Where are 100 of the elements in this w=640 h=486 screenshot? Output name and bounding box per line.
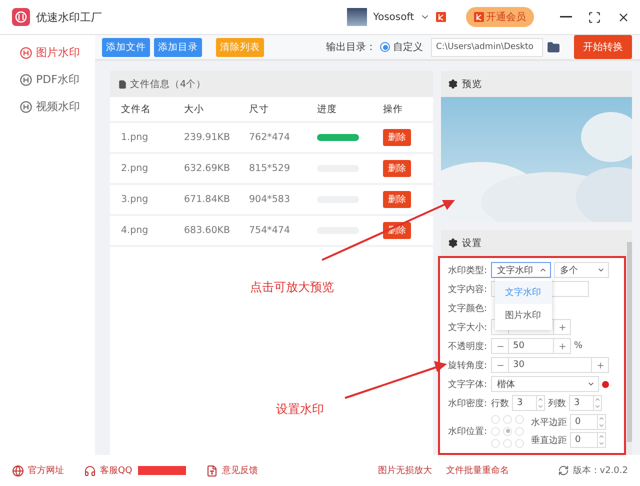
number-spinner[interactable]: 3 (569, 395, 602, 411)
table-cell-text: 683.60KB (184, 225, 231, 236)
scrollbar[interactable] (627, 242, 632, 442)
position-radio[interactable] (503, 438, 512, 448)
footer-link[interactable]: 官方网址 (12, 464, 64, 477)
warning-dot (602, 380, 609, 388)
panel-title: 预览 (462, 78, 482, 90)
annotation-text: 点击可放大预览 (250, 279, 334, 296)
down-icon (537, 403, 544, 410)
field-label: 水印密度: (448, 398, 488, 410)
down-icon (598, 440, 605, 447)
user-name[interactable]: Yososoft (373, 12, 414, 22)
number-spinner[interactable]: 0 (570, 414, 606, 430)
start-button[interactable]: 开始转换 (574, 35, 632, 59)
sidebar-item[interactable]: 图片水印 (20, 45, 95, 60)
avatar-picture (347, 8, 368, 26)
custom-radio[interactable]: 自定义 (380, 40, 423, 54)
field-label: 不透明度: (448, 340, 488, 352)
count-select[interactable]: 多个 (554, 262, 609, 278)
table-cell-text: 762*474 (249, 132, 292, 143)
up-icon (598, 415, 605, 422)
footer-link[interactable]: 图片无损放大 (378, 464, 432, 477)
globe-icon (12, 464, 24, 476)
refresh-icon[interactable] (558, 465, 569, 476)
delete-button[interactable]: 删除 (383, 129, 411, 146)
chevron-up-icon (539, 266, 547, 274)
app-logo-icon (12, 8, 30, 26)
badge-icon (436, 12, 446, 22)
position-radio[interactable] (491, 438, 500, 448)
sky-photo[interactable] (441, 97, 632, 222)
table-cell-text: 671.84KB (184, 194, 231, 205)
number-spinner[interactable]: 0 (570, 432, 606, 448)
table-cell-text: 3.png (121, 194, 150, 205)
table-cell-text: 1.png (121, 132, 150, 143)
field-label: 水平边距 (531, 416, 567, 428)
number-spinner[interactable]: 3 (512, 395, 545, 411)
table-cell-text: 239.91KB (184, 132, 231, 143)
column-header: 文件名 (121, 102, 152, 116)
minimize-button[interactable] (560, 16, 572, 18)
down-icon (598, 422, 605, 429)
seal-icon (20, 74, 32, 86)
type-select[interactable]: 文字水印 (491, 262, 551, 278)
settings-icon (448, 79, 458, 89)
field-label: 文字颜色: (448, 302, 488, 314)
toolbar-button[interactable]: 添加目录 (154, 38, 202, 56)
panel-title: 设置 (462, 236, 482, 250)
table-cell-text: 904*583 (249, 194, 292, 205)
seal-icon (20, 100, 32, 112)
column-header: 尺寸 (249, 102, 270, 116)
app-title: 优速水印工厂 (36, 10, 103, 24)
close-icon (617, 10, 630, 24)
menu-item[interactable]: 图片水印 (495, 304, 552, 327)
badge-icon (474, 12, 484, 22)
position-radio[interactable] (515, 414, 524, 424)
unit-label: % (574, 341, 583, 351)
field-label: 水印类型: (448, 264, 488, 276)
redacted-bar (138, 466, 186, 475)
number-stepper[interactable]: 50 (491, 338, 571, 354)
font-select[interactable]: 楷体 (491, 376, 599, 392)
down-icon (594, 403, 601, 410)
chevron-down-icon (587, 380, 595, 388)
position-radio[interactable] (491, 426, 500, 436)
output-label: 输出目录： (326, 40, 376, 54)
position-radio[interactable] (515, 426, 524, 436)
footer-link[interactable]: 意见反馈 (206, 464, 258, 477)
annotation-text: 设置水印 (276, 401, 324, 418)
sidebar-item[interactable]: PDF水印 (20, 72, 95, 87)
field-label: 文字大小: (448, 322, 488, 334)
table-cell-text: 754*474 (249, 225, 292, 236)
number-stepper[interactable]: 30 (491, 357, 609, 373)
maximize-button[interactable] (588, 10, 601, 24)
maximize-icon (588, 10, 601, 24)
plus-icon (558, 322, 566, 332)
position-radio[interactable] (491, 414, 500, 424)
folder-icon[interactable] (547, 40, 560, 54)
table-cell-text: 4.png (121, 225, 150, 236)
file-icon (118, 80, 127, 88)
position-radio[interactable] (503, 426, 512, 436)
toolbar-button[interactable]: 添加文件 (102, 38, 150, 56)
menu-item[interactable]: 文字水印 (495, 281, 552, 304)
table-cell-text: 2.png (121, 163, 150, 174)
headset-icon (84, 464, 96, 476)
column-header: 操作 (383, 102, 404, 116)
sidebar-item[interactable]: 视频水印 (20, 99, 95, 114)
position-radio[interactable] (515, 438, 524, 448)
up-icon (537, 396, 544, 403)
minimize-icon (560, 16, 572, 18)
field-label: 垂直边距 (531, 434, 567, 446)
output-path-field[interactable]: C:\Users\admin\Deskto (431, 38, 543, 56)
footer-link[interactable]: 客服QQ (84, 464, 186, 477)
close-button[interactable] (617, 10, 630, 24)
position-radio[interactable] (503, 414, 512, 424)
plus-icon (596, 360, 604, 370)
seal-icon (20, 46, 32, 58)
footer-link[interactable]: 文件批量重命名 (446, 464, 510, 477)
column-header: 进度 (317, 102, 338, 116)
delete-button[interactable]: 删除 (383, 191, 411, 208)
document-icon (206, 464, 218, 476)
delete-button[interactable]: 删除 (383, 160, 411, 177)
up-icon (598, 433, 605, 440)
